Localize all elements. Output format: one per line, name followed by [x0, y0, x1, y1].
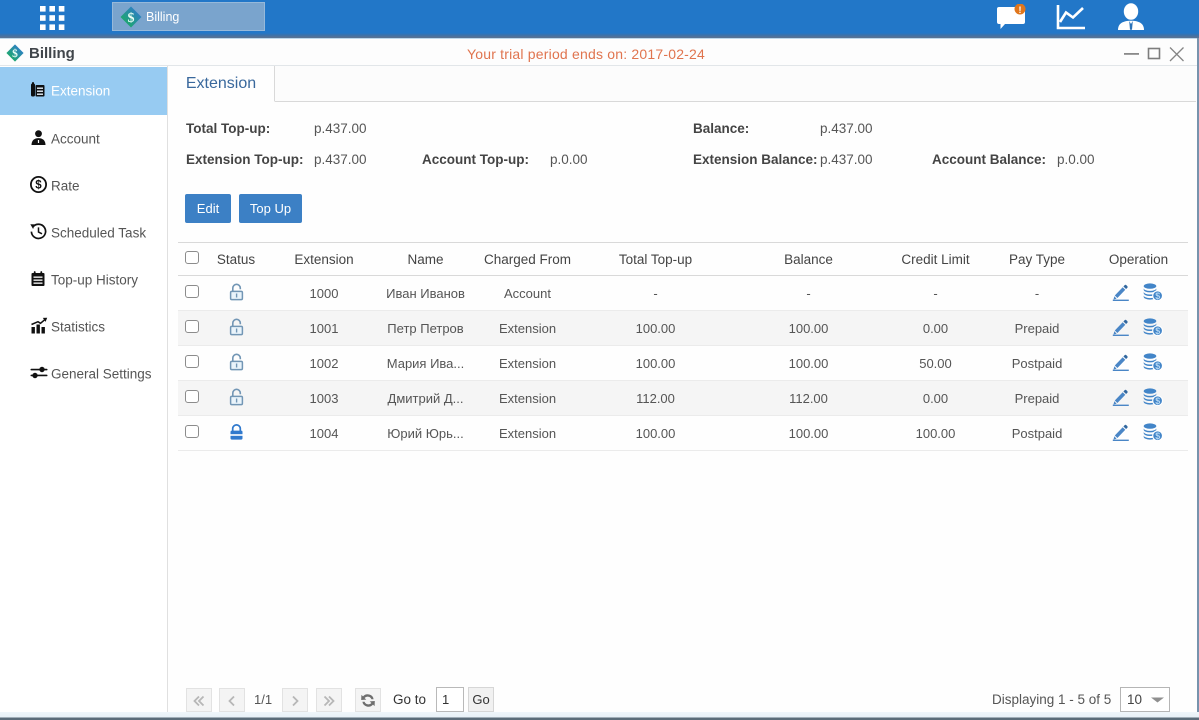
svg-text:$: $ — [1155, 290, 1160, 300]
svg-text:$: $ — [1155, 395, 1160, 405]
svg-text:!: ! — [1019, 5, 1022, 15]
svg-text:$: $ — [1155, 360, 1160, 370]
svg-text:$: $ — [1155, 325, 1160, 335]
svg-text:$: $ — [35, 179, 42, 191]
svg-text:$: $ — [128, 11, 135, 26]
svg-text:$: $ — [1155, 430, 1160, 440]
